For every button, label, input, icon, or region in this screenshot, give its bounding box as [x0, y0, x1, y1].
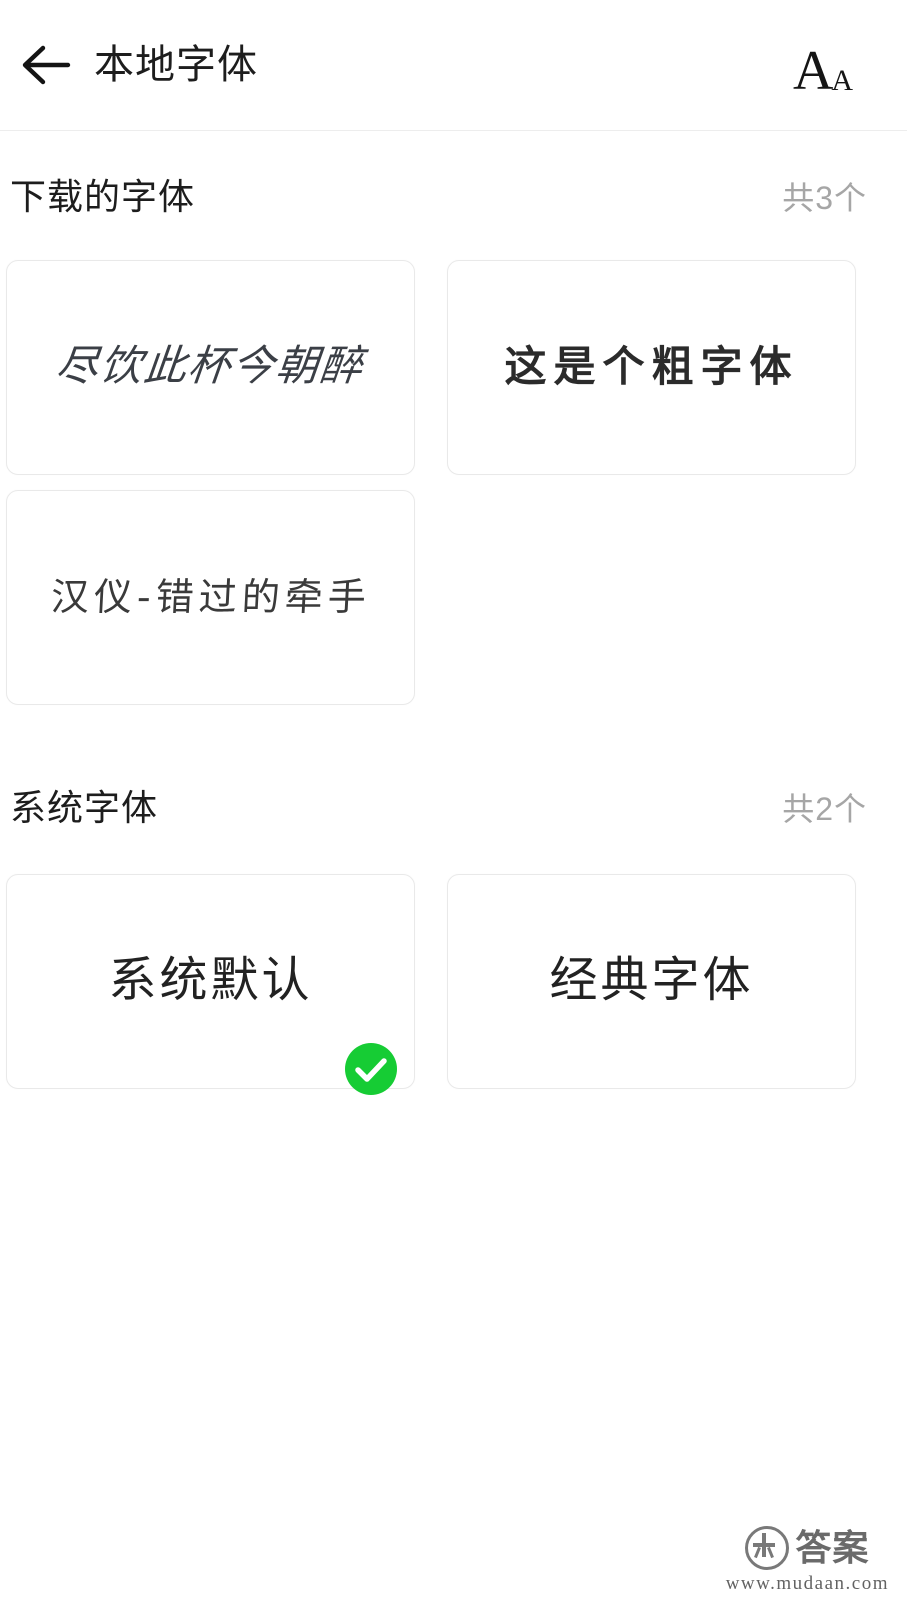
page-title: 本地字体 [94, 43, 258, 87]
check-circle-icon [345, 1043, 397, 1095]
section-count-system: 共2个 [782, 791, 867, 827]
font-size-icon-small-a: A [831, 64, 854, 97]
font-card[interactable]: 经典字体 [447, 874, 856, 1089]
font-sample-text: 系统默认 [108, 954, 313, 1008]
font-sample-text: 尽饮此杯今朝醉 [54, 344, 367, 391]
watermark-row: 答案 [745, 1526, 869, 1570]
app-header: 本地字体 AA [0, 0, 907, 131]
watermark: 答案 www.mudaan.com [726, 1526, 889, 1595]
section-title-system: 系统字体 [10, 787, 159, 828]
downloaded-fonts-grid: 尽饮此杯今朝醉 这是个粗字体 汉仪-错过的牵手 [0, 260, 907, 705]
section-count-downloaded: 共3个 [782, 180, 867, 216]
header-right-area: AA [697, 0, 907, 131]
section-title-downloaded: 下载的字体 [10, 176, 196, 217]
font-sample-text: 经典字体 [549, 954, 754, 1008]
section-header-downloaded: 下载的字体 共3个 [0, 179, 907, 215]
section-header-system: 系统字体 共2个 [0, 790, 907, 826]
font-sample-text: 这是个粗字体 [504, 342, 799, 392]
font-card[interactable]: 这是个粗字体 [447, 260, 856, 475]
font-card[interactable]: 尽饮此杯今朝醉 [6, 260, 415, 475]
mudaan-logo-icon [745, 1526, 790, 1570]
font-sample-text: 汉仪-错过的牵手 [49, 574, 372, 619]
back-button[interactable] [10, 29, 82, 101]
watermark-brand: 答案 [795, 1527, 870, 1568]
system-fonts-grid: 系统默认 经典字体 [0, 874, 907, 1095]
font-size-button[interactable]: AA [783, 32, 865, 102]
font-list-content: 下载的字体 共3个 尽饮此杯今朝醉 这是个粗字体 汉仪-错过的牵手 系统字体 共… [0, 131, 907, 1095]
font-size-icon-large-a: A [792, 39, 834, 102]
font-card[interactable]: 汉仪-错过的牵手 [6, 490, 415, 705]
watermark-url: www.mudaan.com [725, 1573, 889, 1594]
font-card-selected[interactable]: 系统默认 [6, 874, 415, 1095]
